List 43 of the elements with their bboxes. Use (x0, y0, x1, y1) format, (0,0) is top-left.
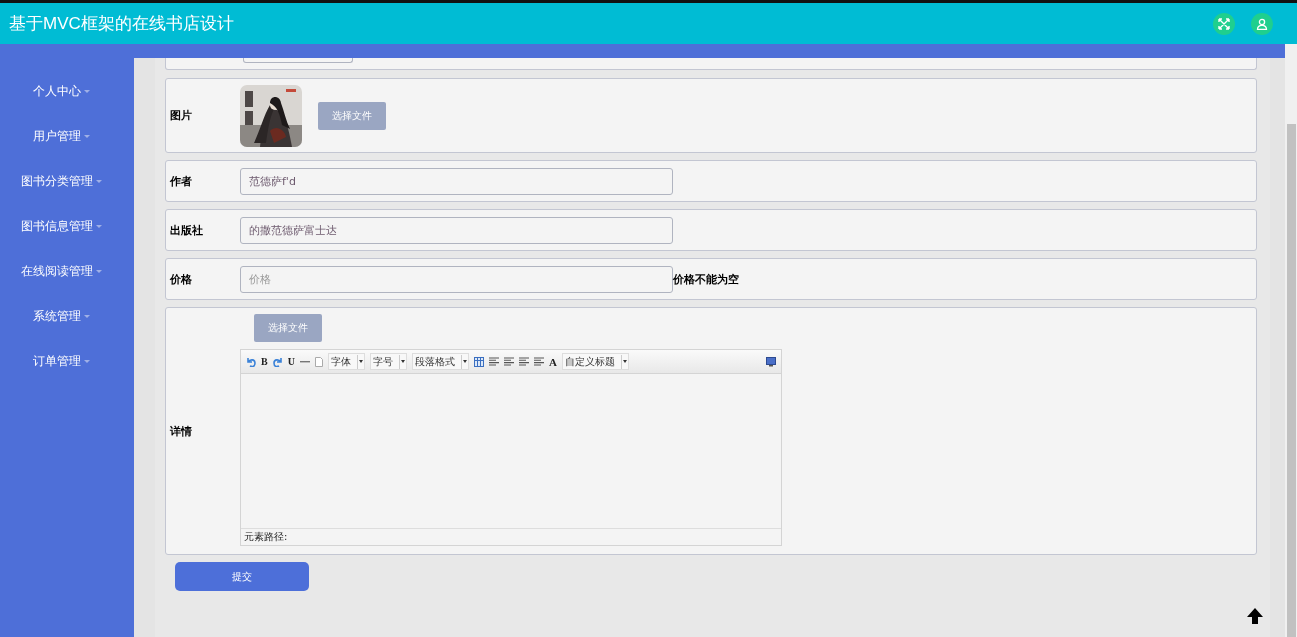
toolbar-dropdown[interactable]: 字体 (327, 353, 365, 370)
submit-button[interactable]: 提交 (175, 562, 309, 591)
error-message: 价格不能为空 (673, 271, 739, 287)
monitor-icon[interactable] (766, 356, 776, 367)
toolbar-dropdown[interactable]: 段落格式 (411, 353, 469, 370)
sidebar-item[interactable]: 图书分类管理 (20, 172, 102, 190)
format-button[interactable]: B (261, 356, 268, 367)
align-icon[interactable] (533, 357, 544, 366)
page-icon[interactable] (314, 356, 323, 367)
format-button[interactable]: U (287, 356, 295, 367)
toolbar-dropdown[interactable]: 自定义标题 (561, 353, 629, 370)
align-icon[interactable] (488, 357, 499, 366)
element-path-label: 元素路径: (244, 530, 288, 544)
sidebar-item[interactable]: 用户管理 (32, 127, 90, 145)
horizontal-rule-icon[interactable] (299, 360, 310, 363)
field-label: 详情 (169, 423, 193, 439)
input-field[interactable] (243, 58, 353, 63)
sidebar-item[interactable]: 在线阅读管理 (20, 262, 102, 280)
redo-icon[interactable] (272, 356, 283, 367)
user-icon[interactable] (1251, 12, 1273, 35)
input-field[interactable]: 的撒范德萨富士达 (240, 216, 673, 244)
font-color-button[interactable]: A (548, 355, 557, 368)
fullscreen-icon[interactable] (1213, 12, 1235, 35)
app-title: 基于MVC框架的在线书店设计 (9, 13, 234, 35)
choose-file-button[interactable]: 选择文件 (318, 101, 386, 130)
scrollbar[interactable] (1285, 44, 1297, 637)
field-label: 价格 (169, 271, 193, 287)
choose-file-button[interactable]: 选择文件 (254, 314, 322, 342)
table-icon[interactable] (473, 356, 484, 367)
field-label: 作者 (169, 173, 193, 189)
align-icon[interactable] (503, 357, 514, 366)
back-to-top-icon[interactable] (1246, 607, 1264, 627)
sidebar-item[interactable]: 系统管理 (32, 307, 90, 325)
sidebar-item[interactable]: 图书信息管理 (20, 217, 102, 235)
input-field[interactable]: 价格 (240, 265, 673, 293)
align-icon[interactable] (518, 357, 529, 366)
sidebar-item[interactable]: 个人中心 (32, 82, 90, 100)
field-label: 出版社 (169, 222, 204, 238)
toolbar-dropdown[interactable]: 字号 (369, 353, 407, 370)
undo-icon[interactable] (246, 356, 256, 367)
sidebar-item[interactable]: 订单管理 (32, 352, 90, 370)
field-label: 图片 (169, 108, 193, 123)
input-field[interactable]: 范德萨f'd (240, 167, 673, 195)
